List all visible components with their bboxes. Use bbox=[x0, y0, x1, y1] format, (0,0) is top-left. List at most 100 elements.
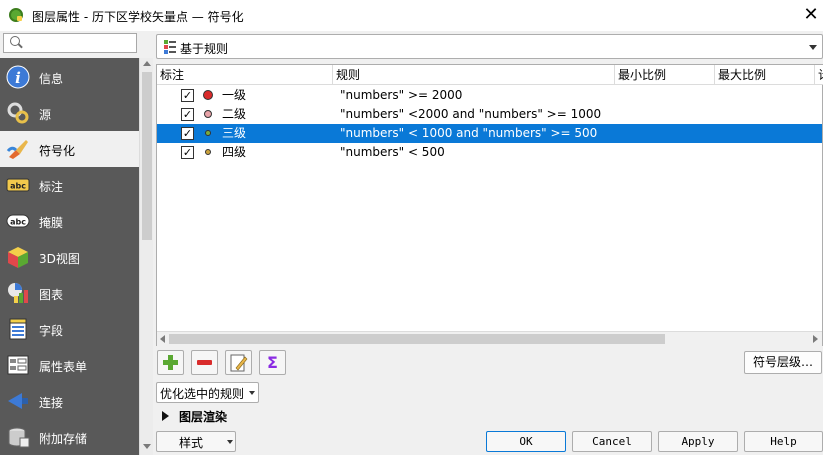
column-header-label[interactable]: 标注 bbox=[157, 65, 333, 85]
add-rule-button[interactable] bbox=[157, 350, 184, 375]
refine-rule-button[interactable]: Σ bbox=[259, 350, 286, 375]
chevron-down-icon bbox=[249, 391, 255, 395]
column-header-rule[interactable]: 规则 bbox=[333, 65, 615, 85]
layer-rendering-label: 图层渲染 bbox=[179, 410, 228, 424]
title-bar: 图层属性 - 历下区学校矢量点 — 符号化 ✕ bbox=[0, 0, 823, 31]
rule-expression: "numbers" <2000 and "numbers" >= 1000 bbox=[340, 107, 602, 121]
attributes-form-icon bbox=[7, 355, 29, 375]
help-button[interactable]: Help bbox=[744, 431, 823, 452]
sidebar-item-label: 属性表单 bbox=[39, 360, 88, 374]
sidebar-item-label: 图表 bbox=[39, 288, 64, 302]
rule-label: 一级 bbox=[222, 88, 247, 102]
renderer-select[interactable]: 基于规则 bbox=[156, 34, 823, 59]
sidebar-item-source[interactable]: 源 bbox=[0, 95, 139, 131]
sidebar-item-info[interactable]: i 信息 bbox=[0, 59, 139, 95]
scroll-down-icon[interactable] bbox=[143, 444, 151, 449]
rules-table-header: 标注 规则 最小比例 最大比例 计 bbox=[157, 65, 823, 85]
labels-icon: abc bbox=[6, 178, 30, 192]
scroll-right-icon[interactable] bbox=[813, 335, 818, 343]
scrollbar-thumb[interactable] bbox=[169, 334, 665, 344]
close-icon[interactable]: ✕ bbox=[800, 4, 822, 26]
sidebar-item-label: 附加存储 bbox=[39, 432, 88, 446]
sidebar: i 信息 源 符号化 abc 标注 abc 掩膜 3D视图 图表 字段 属性表单… bbox=[0, 58, 139, 455]
sidebar-item-joins[interactable]: 连接 bbox=[0, 383, 139, 419]
sidebar-item-label: 连接 bbox=[39, 396, 64, 410]
apply-button[interactable]: Apply bbox=[658, 431, 738, 452]
ok-button[interactable]: OK bbox=[486, 431, 566, 452]
chevron-down-icon bbox=[809, 45, 817, 50]
sidebar-item-labels[interactable]: abc 标注 bbox=[0, 167, 139, 203]
remove-rule-button[interactable] bbox=[191, 350, 218, 375]
edit-rule-icon bbox=[230, 354, 248, 372]
sigma-icon: Σ bbox=[267, 353, 278, 372]
rule-based-icon bbox=[164, 40, 176, 54]
sidebar-search-input[interactable] bbox=[3, 33, 137, 53]
sidebar-item-3d-view[interactable]: 3D视图 bbox=[0, 239, 139, 275]
sidebar-item-label: 源 bbox=[39, 108, 52, 122]
chevron-down-icon bbox=[227, 440, 233, 444]
sidebar-item-label: 字段 bbox=[39, 324, 64, 338]
edit-rule-button[interactable] bbox=[225, 350, 252, 375]
layer-rendering-toggle[interactable]: 图层渲染 bbox=[160, 408, 280, 424]
fields-icon bbox=[9, 318, 27, 340]
sidebar-scrollbar[interactable] bbox=[139, 58, 153, 455]
svg-text:i: i bbox=[15, 69, 21, 87]
scrollbar-thumb[interactable] bbox=[142, 72, 152, 240]
sidebar-item-label: 标注 bbox=[39, 180, 64, 194]
rule-expression: "numbers" >= 2000 bbox=[340, 88, 463, 102]
rule-checkbox[interactable]: ✓ bbox=[181, 89, 194, 102]
qgis-logo-icon bbox=[9, 8, 23, 22]
refine-rule-select[interactable]: 优化选中的规则 bbox=[156, 382, 259, 403]
sidebar-item-mask[interactable]: abc 掩膜 bbox=[0, 203, 139, 239]
sidebar-item-attributes-form[interactable]: 属性表单 bbox=[0, 347, 139, 383]
source-icon bbox=[7, 102, 29, 124]
style-select[interactable]: 样式 bbox=[156, 431, 236, 452]
3d-view-icon bbox=[8, 247, 28, 268]
rule-label: 三级 bbox=[222, 126, 247, 140]
sidebar-item-auxiliary-storage[interactable]: 附加存储 bbox=[0, 419, 139, 455]
add-rule-icon bbox=[163, 355, 178, 370]
joins-icon bbox=[8, 393, 28, 409]
table-row[interactable]: ✓ 三级 "numbers" < 1000 and "numbers" >= 5… bbox=[157, 124, 822, 143]
svg-text:abc: abc bbox=[10, 182, 26, 191]
rule-checkbox[interactable]: ✓ bbox=[181, 108, 194, 121]
refine-rule-select-value: 优化选中的规则 bbox=[160, 387, 245, 401]
expand-arrow-icon bbox=[162, 411, 169, 421]
sidebar-item-label: 符号化 bbox=[39, 144, 76, 158]
cancel-button[interactable]: Cancel bbox=[572, 431, 652, 452]
rule-checkbox[interactable]: ✓ bbox=[181, 127, 194, 140]
column-header-count[interactable]: 计 bbox=[815, 65, 823, 85]
scroll-up-icon[interactable] bbox=[143, 61, 151, 66]
symbol-swatch bbox=[205, 149, 211, 155]
search-icon bbox=[10, 36, 20, 46]
rule-label: 四级 bbox=[222, 145, 247, 159]
svg-text:abc: abc bbox=[10, 218, 26, 227]
sidebar-item-diagrams[interactable]: 图表 bbox=[0, 275, 139, 311]
horizontal-scrollbar[interactable] bbox=[157, 331, 822, 346]
symbol-swatch bbox=[205, 130, 211, 136]
symbol-swatch bbox=[204, 110, 212, 118]
symbol-swatch bbox=[203, 90, 213, 100]
rules-table: 标注 规则 最小比例 最大比例 计 ✓ 一级 "numbers" >= 2000… bbox=[156, 64, 823, 346]
rule-checkbox[interactable]: ✓ bbox=[181, 146, 194, 159]
table-row[interactable]: ✓ 一级 "numbers" >= 2000 bbox=[157, 86, 822, 105]
scroll-left-icon[interactable] bbox=[160, 335, 165, 343]
sidebar-item-symbology[interactable]: 符号化 bbox=[0, 131, 139, 167]
rule-expression: "numbers" < 1000 and "numbers" >= 500 bbox=[340, 126, 598, 140]
sidebar-item-fields[interactable]: 字段 bbox=[0, 311, 139, 347]
symbology-icon bbox=[6, 140, 28, 159]
symbol-levels-button[interactable]: 符号层级… bbox=[744, 351, 822, 374]
column-header-min-scale[interactable]: 最小比例 bbox=[615, 65, 715, 85]
mask-icon: abc bbox=[6, 214, 30, 228]
column-header-max-scale[interactable]: 最大比例 bbox=[715, 65, 815, 85]
sidebar-item-label: 掩膜 bbox=[39, 216, 64, 230]
table-row[interactable]: ✓ 四级 "numbers" < 500 bbox=[157, 143, 822, 162]
style-select-value: 样式 bbox=[179, 436, 204, 450]
table-row[interactable]: ✓ 二级 "numbers" <2000 and "numbers" >= 10… bbox=[157, 105, 822, 124]
sidebar-item-label: 信息 bbox=[39, 72, 64, 86]
renderer-select-value: 基于规则 bbox=[180, 42, 229, 56]
rule-expression: "numbers" < 500 bbox=[340, 145, 445, 159]
window-title: 图层属性 - 历下区学校矢量点 — 符号化 bbox=[32, 10, 244, 24]
diagrams-icon bbox=[8, 283, 28, 303]
remove-rule-icon bbox=[197, 360, 212, 365]
